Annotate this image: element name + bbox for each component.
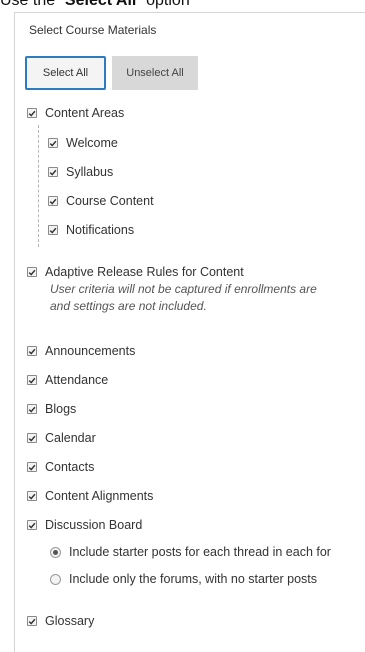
material-item-glossary[interactable]: Glossary <box>27 612 94 630</box>
panel-title: Select Course Materials <box>29 23 157 37</box>
content-area-item[interactable]: Syllabus <box>48 163 113 181</box>
content-area-item[interactable]: Course Content <box>48 192 154 210</box>
checkbox-icon[interactable] <box>27 520 37 530</box>
adaptive-note-line2: and settings are not included. <box>50 299 207 313</box>
instruction-bold: Select All <box>64 0 137 9</box>
radio-selected-icon[interactable] <box>50 546 61 558</box>
checkbox-icon[interactable] <box>27 346 37 356</box>
material-item[interactable]: Contacts <box>27 458 94 476</box>
checkbox-icon[interactable] <box>27 462 37 472</box>
material-item[interactable]: Blogs <box>27 400 76 418</box>
checkbox-icon[interactable] <box>27 433 37 443</box>
course-materials-panel: Select Course Materials Select All Unsel… <box>14 12 365 652</box>
checkbox-icon[interactable] <box>27 491 37 501</box>
material-item[interactable]: Announcements <box>27 342 135 360</box>
discussion-option-forums-only[interactable]: Include only the forums, with no starter… <box>50 570 317 588</box>
adaptive-release-row[interactable]: Adaptive Release Rules for Content <box>27 263 244 281</box>
material-item[interactable]: Discussion Board <box>27 516 142 534</box>
checkbox-icon[interactable] <box>27 616 37 626</box>
adaptive-note-line1: User criteria will not be captured if en… <box>50 282 317 296</box>
content-area-item[interactable]: Welcome <box>48 134 118 152</box>
tree-connector <box>38 125 39 247</box>
checkbox-icon[interactable] <box>48 167 58 177</box>
content-areas-row[interactable]: Content Areas <box>27 104 124 122</box>
material-item[interactable]: Content Alignments <box>27 487 153 505</box>
checkbox-icon[interactable] <box>27 404 37 414</box>
unselect-all-button[interactable]: Unselect All <box>112 56 198 90</box>
checkbox-icon[interactable] <box>48 196 58 206</box>
checkbox-icon[interactable] <box>27 267 37 277</box>
content-area-item[interactable]: Notifications <box>48 221 134 239</box>
discussion-option-starter-posts[interactable]: Include starter posts for each thread in… <box>50 543 331 561</box>
checkbox-icon[interactable] <box>27 375 37 385</box>
material-item[interactable]: Attendance <box>27 371 108 389</box>
radio-unselected-icon[interactable] <box>50 573 61 585</box>
instruction-text: Use the “Select All” option <box>0 0 365 12</box>
checkbox-icon[interactable] <box>48 225 58 235</box>
select-all-button[interactable]: Select All <box>25 56 106 90</box>
checkbox-icon[interactable] <box>27 108 37 118</box>
material-item[interactable]: Calendar <box>27 429 96 447</box>
checkbox-icon[interactable] <box>48 138 58 148</box>
content-areas-label: Content Areas <box>45 106 125 120</box>
